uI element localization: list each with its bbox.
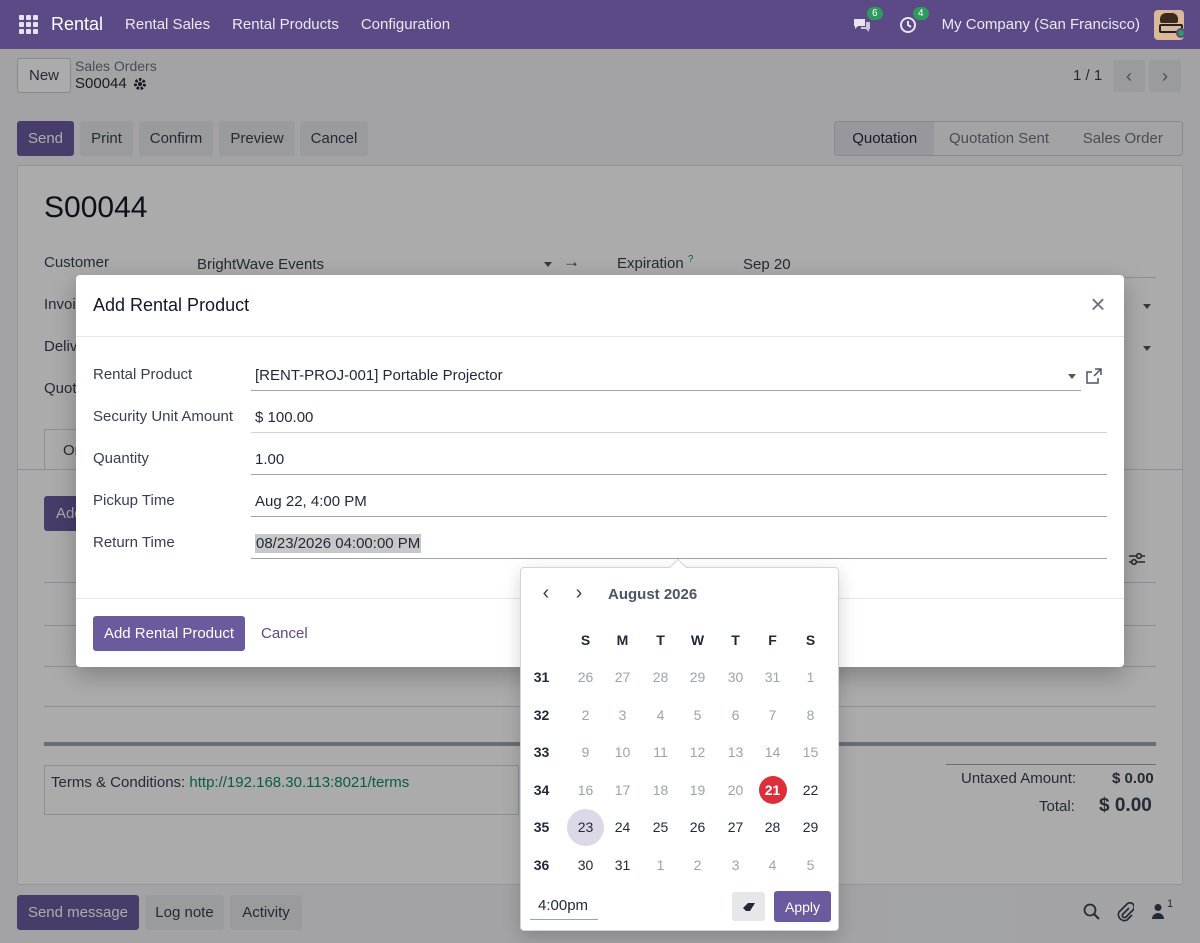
calendar-day[interactable]: 19 xyxy=(679,771,716,808)
calendar-day[interactable]: 27 xyxy=(717,809,754,846)
calendar-day[interactable]: 9 xyxy=(567,734,604,771)
rental-product-dropdown-icon[interactable] xyxy=(1068,374,1076,379)
calendar-day[interactable]: 10 xyxy=(604,734,641,771)
week-number: 36 xyxy=(533,856,550,873)
apps-menu-icon[interactable] xyxy=(19,14,39,35)
close-icon[interactable]: × xyxy=(1088,291,1108,317)
navbar-systray: 6 4 My Company (San Francisco) xyxy=(850,0,1200,49)
calendar-day[interactable]: 2 xyxy=(567,696,604,733)
calendar-day-today-cell[interactable]: 21 xyxy=(754,771,791,808)
week-number: 31 xyxy=(533,669,550,685)
top-navbar: Rental Rental Sales Rental Products Conf… xyxy=(0,0,1200,49)
presence-status-icon xyxy=(1176,28,1186,38)
pickup-time-field[interactable]: Aug 22, 4:00 PM xyxy=(251,487,1107,517)
calendar-day[interactable]: 31 xyxy=(604,846,641,883)
calendar-day-today[interactable]: 21 xyxy=(758,775,787,804)
company-switcher[interactable]: My Company (San Francisco) xyxy=(942,16,1140,33)
calendar-day[interactable]: 11 xyxy=(642,734,679,771)
weekday-header: M xyxy=(616,631,629,648)
external-link-icon[interactable] xyxy=(1086,368,1102,387)
clear-date-button[interactable] xyxy=(732,892,765,921)
calendar-day[interactable]: 15 xyxy=(792,734,829,771)
add-rental-product-button[interactable]: Add Rental Product xyxy=(93,616,245,651)
security-amount-label: Security Unit Amount xyxy=(93,408,234,425)
rental-product-value: [RENT-PROJ-001] Portable Projector xyxy=(255,367,503,384)
calendar-day[interactable]: 17 xyxy=(604,771,641,808)
calendar-day[interactable]: 5 xyxy=(679,696,716,733)
calendar-day[interactable]: 5 xyxy=(792,846,829,883)
return-time-label: Return Time xyxy=(93,534,175,551)
calendar-day[interactable]: 29 xyxy=(792,809,829,846)
calendar-day[interactable]: 31 xyxy=(754,659,791,696)
calendar-day[interactable]: 3 xyxy=(717,846,754,883)
weekday-header: T xyxy=(731,631,740,648)
menu-rental-sales[interactable]: Rental Sales xyxy=(125,16,210,33)
calendar-day[interactable]: 28 xyxy=(754,809,791,846)
weekday-header: T xyxy=(656,631,665,648)
calendar-day[interactable]: 25 xyxy=(642,809,679,846)
week-number: 33 xyxy=(533,744,550,760)
activities-icon[interactable]: 4 xyxy=(896,6,929,37)
calendar-day[interactable]: 12 xyxy=(679,734,716,771)
calendar-day[interactable]: 13 xyxy=(717,734,754,771)
quantity-field[interactable]: 1.00 xyxy=(251,445,1107,475)
month-year-label[interactable]: August 2026 xyxy=(608,586,697,603)
calendar-day[interactable]: 28 xyxy=(642,659,679,696)
return-time-value: 08/23/2026 04:00:00 PM xyxy=(255,534,422,553)
week-number: 34 xyxy=(533,781,550,798)
calendar-day[interactable]: 8 xyxy=(792,696,829,733)
activities-badge: 4 xyxy=(913,6,929,20)
quantity-label: Quantity xyxy=(93,450,149,467)
messages-badge: 6 xyxy=(867,6,883,20)
calendar-day[interactable]: 29 xyxy=(679,659,716,696)
menu-configuration[interactable]: Configuration xyxy=(361,16,450,33)
calendar-day[interactable]: 14 xyxy=(754,734,791,771)
calendar-day[interactable]: 1 xyxy=(642,846,679,883)
messages-icon[interactable]: 6 xyxy=(850,6,883,37)
calendar-day[interactable]: 4 xyxy=(754,846,791,883)
dialog-title: Add Rental Product xyxy=(93,295,250,315)
dialog-cancel-button[interactable]: Cancel xyxy=(261,625,308,642)
calendar-day[interactable]: 7 xyxy=(754,696,791,733)
chevron-right-icon: › xyxy=(575,582,583,604)
calendar-day[interactable]: 1 xyxy=(792,659,829,696)
return-time-field[interactable]: 08/23/2026 04:00:00 PM xyxy=(251,529,1107,559)
app-brand[interactable]: Rental xyxy=(51,14,103,35)
pickup-time-label: Pickup Time xyxy=(93,492,175,509)
eraser-icon xyxy=(742,902,755,911)
calendar-day[interactable]: 18 xyxy=(642,771,679,808)
time-input[interactable]: 4:00pm xyxy=(530,892,598,920)
date-picker-popover: ‹ › August 2026 S M T W T F S 31 26 27 28 29 30 31 1 32… xyxy=(520,558,839,931)
week-number: 32 xyxy=(533,706,550,723)
weekday-header: S xyxy=(580,631,591,648)
calendar-day[interactable]: 27 xyxy=(604,659,641,696)
next-month-button[interactable]: › xyxy=(569,583,589,605)
weekday-header: W xyxy=(690,631,705,648)
calendar-day[interactable]: 22 xyxy=(792,771,829,808)
calendar-day[interactable]: 4 xyxy=(642,696,679,733)
calendar-day[interactable]: 16 xyxy=(567,771,604,808)
calendar-day[interactable]: 30 xyxy=(717,659,754,696)
calendar-day-selected[interactable]: 23 xyxy=(567,808,604,846)
calendar-day[interactable]: 6 xyxy=(717,696,754,733)
apply-button[interactable]: Apply xyxy=(774,891,831,922)
calendar-day[interactable]: 20 xyxy=(717,771,754,808)
security-amount-field[interactable]: $ 100.00 xyxy=(251,403,1107,433)
calendar-day[interactable]: 26 xyxy=(679,809,716,846)
menu-rental-products[interactable]: Rental Products xyxy=(232,16,339,33)
dialog-header-separator xyxy=(76,336,1124,337)
rental-product-label: Rental Product xyxy=(93,366,193,383)
weekday-header: F xyxy=(768,631,777,648)
calendar-day[interactable]: 26 xyxy=(567,659,604,696)
calendar-day[interactable]: 24 xyxy=(604,809,641,846)
rental-product-field[interactable]: [RENT-PROJ-001] Portable Projector xyxy=(251,361,1081,391)
week-number: 35 xyxy=(533,819,550,835)
chevron-left-icon: ‹ xyxy=(542,582,550,604)
previous-month-button[interactable]: ‹ xyxy=(536,583,556,605)
weekday-header: S xyxy=(805,631,816,648)
calendar-day[interactable]: 3 xyxy=(604,696,641,733)
calendar-day[interactable]: 2 xyxy=(679,846,716,883)
calendar-day[interactable]: 30 xyxy=(567,846,604,883)
